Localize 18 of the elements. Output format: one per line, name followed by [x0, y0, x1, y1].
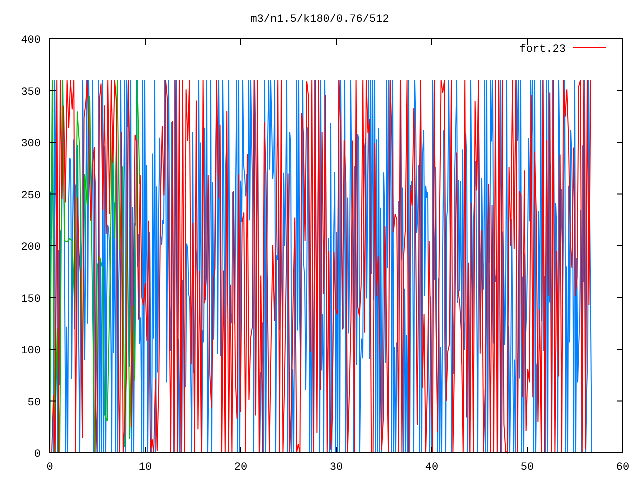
x-tick-label: 30	[330, 462, 344, 474]
x-tick-label: 10	[138, 462, 152, 474]
y-tick-label: 50	[28, 397, 41, 410]
legend-label: fort.23	[520, 44, 566, 56]
x-tick-label: 50	[520, 462, 534, 474]
y-tick-label: 400	[21, 35, 41, 47]
y-tick-label: 150	[21, 294, 41, 306]
y-tick-label: 100	[21, 346, 41, 358]
y-tick-label: 200	[21, 242, 41, 254]
x-tick-label: 40	[425, 462, 439, 474]
chart-title: m3/n1.5/k180/0.76/512	[250, 14, 390, 26]
y-tick-label: 350	[21, 86, 41, 99]
y-tick-label: 250	[21, 190, 41, 202]
x-tick-label: 0	[46, 462, 54, 474]
x-tick-label: 20	[234, 462, 248, 474]
x-tick-label: 60	[616, 462, 630, 474]
y-tick-label: 300	[21, 138, 41, 150]
y-tick-label: 0	[34, 449, 41, 461]
